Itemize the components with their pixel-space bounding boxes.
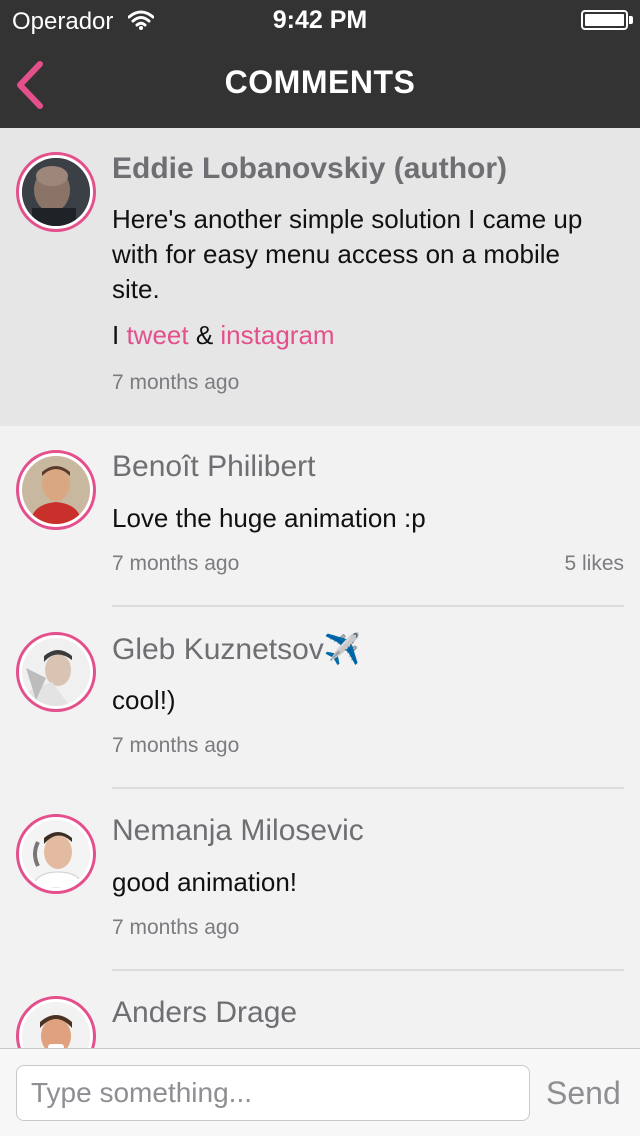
divider bbox=[112, 605, 624, 607]
battery-icon bbox=[581, 10, 628, 30]
list-item: Gleb Kuznetsov✈️ cool!) 7 months ago bbox=[0, 608, 640, 790]
links-prefix: I bbox=[112, 320, 127, 350]
comment-links-line: I tweet & instagram bbox=[112, 318, 612, 353]
instagram-link[interactable]: instagram bbox=[220, 320, 334, 350]
avatar-image bbox=[22, 638, 90, 706]
avatar-image bbox=[22, 456, 90, 524]
send-button[interactable]: Send bbox=[546, 1075, 621, 1112]
clock: 9:42 PM bbox=[272, 6, 368, 34]
comment-timestamp: 7 months ago bbox=[112, 371, 240, 394]
list-item: Benoît Philibert Love the huge animation… bbox=[0, 426, 640, 608]
comment-timestamp: 7 months ago bbox=[112, 916, 240, 939]
comment-author-name[interactable]: Nemanja Milosevic bbox=[112, 814, 364, 848]
comment-author-name[interactable]: Gleb Kuznetsov✈️ bbox=[112, 632, 361, 667]
comment-text: Love the huge animation :p bbox=[112, 503, 426, 533]
avatar[interactable] bbox=[16, 814, 96, 894]
avatar[interactable] bbox=[16, 450, 96, 530]
avatar[interactable] bbox=[16, 632, 96, 712]
comment-text: good animation! bbox=[112, 867, 298, 897]
divider bbox=[112, 969, 624, 971]
links-joiner: & bbox=[188, 320, 221, 350]
avatar[interactable] bbox=[16, 996, 96, 1048]
page-title: COMMENTS bbox=[224, 64, 416, 100]
likes-count[interactable]: 5 likes bbox=[564, 552, 624, 576]
avatar-image bbox=[22, 820, 90, 888]
status-bar: Operador 9:42 PM bbox=[0, 0, 640, 40]
comments-screen: Operador 9:42 PM COMMENTS Eddie Lobanovs… bbox=[0, 0, 640, 1136]
comment-input[interactable] bbox=[16, 1065, 530, 1121]
comment-author-name[interactable]: Anders Drage bbox=[112, 996, 297, 1030]
comment-author-name[interactable]: Eddie Lobanovskiy (author) bbox=[112, 152, 507, 186]
divider bbox=[112, 787, 624, 789]
tweet-link[interactable]: tweet bbox=[126, 320, 188, 350]
comment-text: cool!) bbox=[112, 685, 176, 715]
top-bar: Operador 9:42 PM COMMENTS bbox=[0, 0, 640, 128]
comment-text: Here's another simple solution I came up… bbox=[112, 204, 583, 304]
compose-bar: Send bbox=[0, 1048, 640, 1136]
comment-timestamp: 7 months ago bbox=[112, 552, 240, 575]
list-item: Anders Drage bbox=[0, 972, 640, 1048]
comment-author-name[interactable]: Benoît Philibert bbox=[112, 450, 315, 484]
avatar[interactable] bbox=[16, 152, 96, 232]
comment-timestamp: 7 months ago bbox=[112, 734, 240, 757]
avatar-image bbox=[22, 1002, 90, 1048]
list-item: Nemanja Milosevic good animation! 7 mont… bbox=[0, 790, 640, 972]
battery-tip bbox=[629, 16, 633, 24]
avatar-image bbox=[22, 158, 90, 226]
author-comment: Eddie Lobanovskiy (author) Here's anothe… bbox=[0, 128, 640, 426]
